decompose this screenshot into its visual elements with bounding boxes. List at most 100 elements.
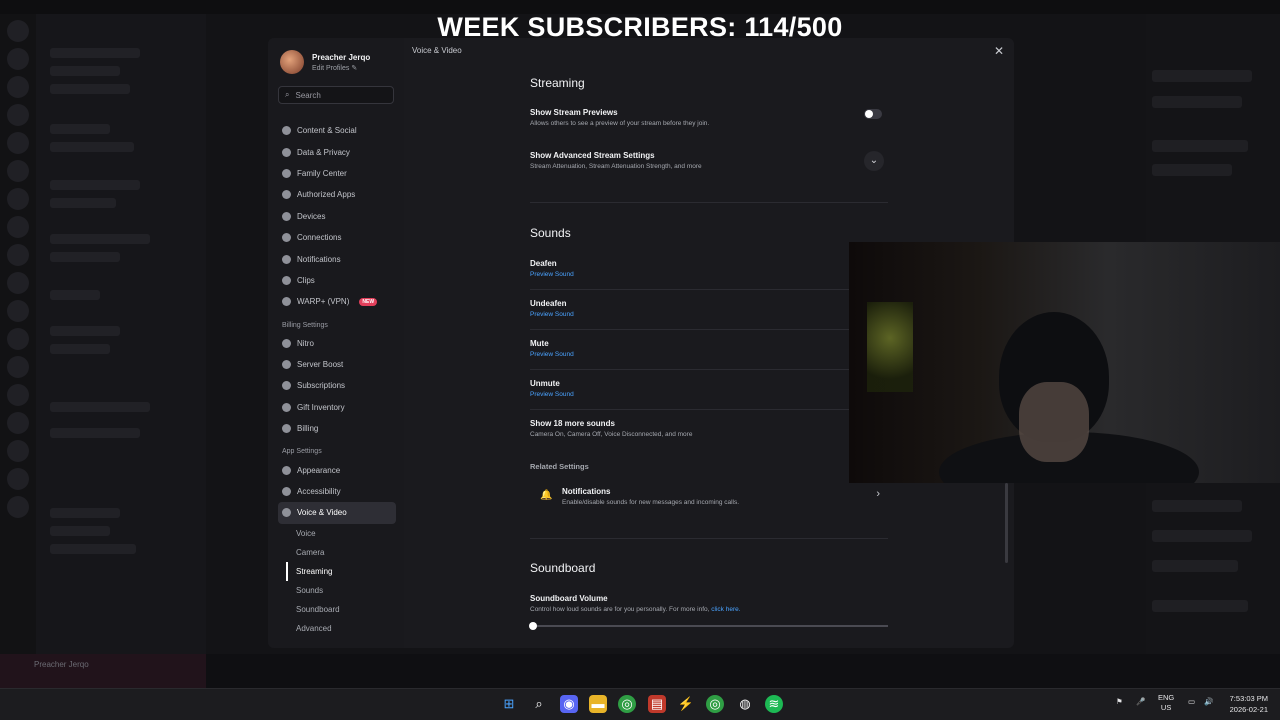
new-badge: NEW bbox=[359, 297, 378, 306]
soundboard-title: Soundboard bbox=[530, 561, 596, 575]
preview-deafen-link[interactable]: Preview Sound bbox=[530, 271, 574, 278]
language-indicator[interactable]: ENG US bbox=[1158, 693, 1174, 713]
subnav-advanced[interactable]: Advanced bbox=[278, 619, 396, 638]
lightning-icon[interactable]: ⚡ bbox=[677, 695, 695, 713]
divider bbox=[530, 329, 888, 330]
show-more-sounds-button[interactable]: Show 18 more sounds bbox=[530, 419, 615, 428]
devices-icon bbox=[282, 211, 291, 221]
search-placeholder: Search bbox=[295, 90, 321, 100]
sounds-title: Sounds bbox=[530, 226, 571, 240]
microphone-icon bbox=[282, 508, 291, 518]
soundboard-volume-desc: Control how loud sounds are for you pers… bbox=[530, 606, 741, 613]
settings-sidebar: Preacher Jerqo Edit Profiles ✎ ⌕ Search … bbox=[268, 38, 404, 648]
taskbar: ⊞ ⌕ ◉ ▬ ◎ ▤ ⚡ ◎ ◍ ≋ ⚑ 🎤 ENG US ▭ 🔊 7:53:0… bbox=[0, 688, 1280, 720]
network-icon[interactable]: ▭ bbox=[1188, 697, 1195, 706]
search-icon[interactable]: ⌕ bbox=[530, 695, 548, 713]
nav-accessibility[interactable]: Accessibility bbox=[278, 481, 396, 502]
server-list bbox=[0, 14, 36, 654]
settings-nav: Content & Social Data & Privacy Family C… bbox=[278, 120, 396, 638]
cam-window bbox=[867, 302, 913, 392]
palette-icon bbox=[282, 465, 291, 475]
show-more-sounds-desc: Camera On, Camera Off, Voice Disconnecte… bbox=[530, 431, 693, 438]
nav-authorized-apps[interactable]: Authorized Apps bbox=[278, 184, 396, 205]
bell-icon: 🔔 bbox=[540, 490, 553, 501]
chevron-down-icon[interactable]: ⌄ bbox=[864, 151, 884, 171]
nav-appearance[interactable]: Appearance bbox=[278, 459, 396, 480]
link-icon bbox=[282, 233, 291, 243]
nav-nitro[interactable]: Nitro bbox=[278, 333, 396, 354]
preview-undeafen-link[interactable]: Preview Sound bbox=[530, 311, 574, 318]
nav-voice-video[interactable]: Voice & Video bbox=[278, 502, 396, 524]
subnav-camera[interactable]: Camera bbox=[278, 543, 396, 562]
preview-unmute-link[interactable]: Preview Sound bbox=[530, 391, 574, 398]
gift-icon bbox=[282, 402, 291, 412]
avatar bbox=[280, 50, 304, 74]
divider bbox=[530, 369, 888, 370]
soundboard-volume-slider[interactable] bbox=[529, 622, 888, 630]
divider bbox=[530, 202, 888, 203]
sound-undeafen-label: Undeafen bbox=[530, 299, 567, 308]
subnav-voice[interactable]: Voice bbox=[278, 524, 396, 543]
click-here-link[interactable]: click here. bbox=[711, 606, 740, 613]
nav-family-center[interactable]: Family Center bbox=[278, 163, 396, 184]
card-icon bbox=[282, 424, 291, 434]
bell-icon bbox=[282, 254, 291, 264]
nav-connections[interactable]: Connections bbox=[278, 227, 396, 248]
nav-data-privacy[interactable]: Data & Privacy bbox=[278, 141, 396, 162]
nav-billing[interactable]: Billing bbox=[278, 418, 396, 439]
advanced-stream-label: Show Advanced Stream Settings bbox=[530, 151, 655, 160]
stream-previews-desc: Allows others to see a preview of your s… bbox=[530, 120, 710, 127]
system-clock[interactable]: 7:53:03 PM 2026-02-21 bbox=[1230, 693, 1268, 715]
nav-clips[interactable]: Clips bbox=[278, 270, 396, 291]
nav-warp-vpn[interactable]: WARP+ (VPN) NEW bbox=[278, 291, 396, 312]
profile-header[interactable]: Preacher Jerqo Edit Profiles ✎ bbox=[280, 50, 370, 74]
settings-search-input[interactable]: ⌕ Search bbox=[278, 86, 394, 104]
soundboard-volume-label: Soundboard Volume bbox=[530, 594, 608, 603]
file-explorer-icon[interactable]: ▬ bbox=[589, 695, 607, 713]
webcam-overlay bbox=[849, 242, 1280, 483]
profile-name: Preacher Jerqo bbox=[312, 52, 371, 62]
spotify-icon[interactable]: ≋ bbox=[765, 695, 783, 713]
sound-deafen-label: Deafen bbox=[530, 259, 557, 268]
nav-content-social[interactable]: Content & Social bbox=[278, 120, 396, 141]
cam-face bbox=[1019, 382, 1089, 462]
stream-previews-toggle[interactable] bbox=[864, 109, 882, 119]
subnav-streaming[interactable]: Streaming bbox=[286, 561, 396, 581]
shield-icon bbox=[282, 147, 291, 157]
notifications-row-desc: Enable/disable sounds for new messages a… bbox=[562, 499, 740, 506]
microphone-tray-icon[interactable]: 🎤 bbox=[1136, 697, 1145, 706]
subscriptions-icon bbox=[282, 381, 291, 391]
windows-start-icon[interactable]: ⊞ bbox=[500, 695, 518, 713]
clips-icon bbox=[282, 275, 291, 285]
stream-previews-label: Show Stream Previews bbox=[530, 108, 618, 117]
subnav-sounds[interactable]: Sounds bbox=[278, 581, 396, 600]
nav-server-boost[interactable]: Server Boost bbox=[278, 354, 396, 375]
nav-devices[interactable]: Devices bbox=[278, 206, 396, 227]
obs-icon[interactable]: ◍ bbox=[736, 695, 754, 713]
settings-scrollbar[interactable] bbox=[1005, 483, 1008, 563]
settings-content: Streaming Show Stream Previews Allows ot… bbox=[529, 38, 890, 648]
nav-subscriptions[interactable]: Subscriptions bbox=[278, 375, 396, 396]
sound-unmute-label: Unmute bbox=[530, 379, 560, 388]
related-settings-header: Related Settings bbox=[530, 462, 589, 471]
edit-profiles-link[interactable]: Edit Profiles ✎ bbox=[312, 64, 370, 72]
notifications-related-row[interactable]: 🔔 Notifications Enable/disable sounds fo… bbox=[530, 480, 888, 514]
nav-notifications[interactable]: Notifications bbox=[278, 248, 396, 269]
chrome-icon[interactable]: ◎ bbox=[618, 695, 636, 713]
discord-icon[interactable]: ◉ bbox=[560, 695, 578, 713]
slider-knob[interactable] bbox=[529, 622, 537, 630]
voicemeeter-icon[interactable]: ▤ bbox=[648, 695, 666, 713]
content-icon bbox=[282, 126, 291, 136]
wifi-icon[interactable]: ⚑ bbox=[1116, 697, 1123, 706]
app-settings-header: App Settings bbox=[282, 448, 322, 456]
nitro-icon bbox=[282, 338, 291, 348]
chrome-alt-icon[interactable]: ◎ bbox=[706, 695, 724, 713]
preview-mute-link[interactable]: Preview Sound bbox=[530, 351, 574, 358]
accessibility-icon bbox=[282, 487, 291, 497]
sound-mute-label: Mute bbox=[530, 339, 549, 348]
family-icon bbox=[282, 168, 291, 178]
volume-icon[interactable]: 🔊 bbox=[1204, 697, 1213, 706]
nav-gift-inventory[interactable]: Gift Inventory bbox=[278, 397, 396, 418]
close-icon[interactable]: ✕ bbox=[994, 44, 1004, 58]
subnav-soundboard[interactable]: Soundboard bbox=[278, 600, 396, 619]
